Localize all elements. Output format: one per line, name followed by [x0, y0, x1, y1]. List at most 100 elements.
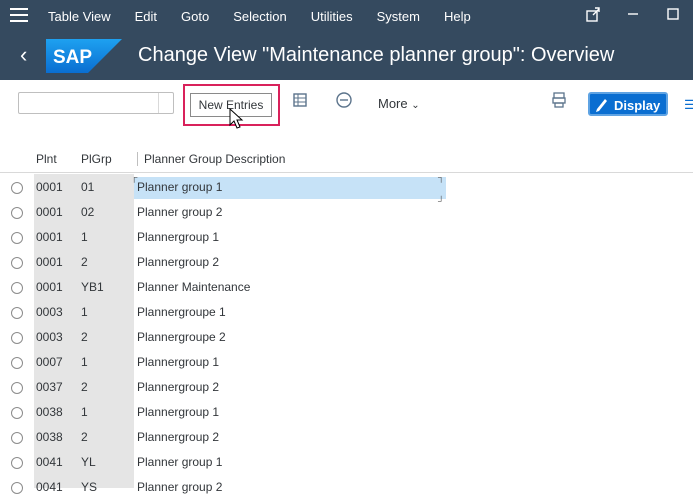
- resize-handle-bottom[interactable]: ┘: [438, 196, 444, 206]
- cell-planner-group: 1: [81, 405, 88, 419]
- cell-description[interactable]: Planner group 2: [137, 480, 222, 494]
- menu-items: Table View Edit Goto Selection Utilities…: [48, 0, 495, 32]
- cell-plant: 0001: [36, 280, 63, 294]
- row-selector[interactable]: [11, 332, 23, 344]
- cell-plant: 0003: [36, 330, 63, 344]
- sap-logo: SAP: [46, 39, 122, 73]
- cell-description[interactable]: Plannergroup 2: [137, 380, 219, 394]
- table-row[interactable]: 0007 1 Plannergroup 1: [0, 351, 693, 376]
- row-selector[interactable]: [11, 282, 23, 294]
- cell-planner-group: 01: [81, 180, 95, 194]
- cell-plant: 0003: [36, 305, 63, 319]
- cell-plant: 0038: [36, 405, 63, 419]
- resize-handle-left[interactable]: ┌: [131, 172, 137, 182]
- column-header-plgrp[interactable]: PlGrp: [81, 152, 112, 166]
- table-row[interactable]: 0001 02 Planner group 2: [0, 201, 693, 226]
- print-icon[interactable]: [548, 91, 570, 115]
- table-row[interactable]: 0041 YS Planner group 2: [0, 476, 693, 501]
- cell-plant: 0038: [36, 430, 63, 444]
- column-header-plnt[interactable]: Plnt: [36, 152, 57, 166]
- table-row[interactable]: 0001 YB1 Planner Maintenance: [0, 276, 693, 301]
- copy-as-icon[interactable]: [290, 91, 312, 115]
- cell-plant: 0037: [36, 380, 63, 394]
- table-row[interactable]: 0038 2 Plannergroup 2: [0, 426, 693, 451]
- table-row[interactable]: 0001 2 Plannergroup 2: [0, 251, 693, 276]
- table-row[interactable]: 0001 01 Planner group 1: [0, 176, 693, 201]
- command-field-dropdown[interactable]: [158, 93, 173, 113]
- menu-help[interactable]: Help: [444, 9, 471, 24]
- cell-plant: 0001: [36, 205, 63, 219]
- sap-logo-text: SAP: [53, 47, 92, 68]
- cell-planner-group: 2: [81, 430, 88, 444]
- hamburger-menu-icon[interactable]: [10, 8, 28, 22]
- cell-description[interactable]: Plannergroupe 1: [137, 305, 226, 319]
- table-row[interactable]: 0038 1 Plannergroup 1: [0, 401, 693, 426]
- cell-plant: 0041: [36, 455, 63, 469]
- row-selector[interactable]: [11, 407, 23, 419]
- cell-plant: 0001: [36, 230, 63, 244]
- cell-description[interactable]: Planner group 1: [137, 180, 222, 194]
- more-menu[interactable]: More ⌄: [378, 96, 420, 111]
- row-selector[interactable]: [11, 232, 23, 244]
- row-selector[interactable]: [11, 357, 23, 369]
- delete-icon[interactable]: [333, 91, 355, 115]
- cell-description[interactable]: Plannergroupe 2: [137, 330, 226, 344]
- cell-description[interactable]: Planner group 2: [137, 205, 222, 219]
- column-header-description[interactable]: Planner Group Description: [137, 152, 285, 166]
- cell-plant: 0001: [36, 180, 63, 194]
- cell-description[interactable]: Planner group 1: [137, 455, 222, 469]
- table-row[interactable]: 0003 2 Plannergroupe 2: [0, 326, 693, 351]
- table-row[interactable]: 0001 1 Plannergroup 1: [0, 226, 693, 251]
- table-row[interactable]: 0037 2 Plannergroup 2: [0, 376, 693, 401]
- chevron-down-icon: ⌄: [411, 100, 420, 111]
- overflow-icon[interactable]: ☰: [684, 97, 693, 113]
- page-title: Change View "Maintenance planner group":…: [138, 44, 615, 66]
- menu-edit[interactable]: Edit: [135, 9, 157, 24]
- title-bar: ‹ SAP Change View "Maintenance planner g…: [0, 32, 693, 80]
- display-button[interactable]: Display: [588, 92, 668, 116]
- row-selector[interactable]: [11, 432, 23, 444]
- cell-planner-group: YL: [81, 455, 96, 469]
- menu-system[interactable]: System: [377, 9, 420, 24]
- export-icon[interactable]: [573, 6, 613, 26]
- row-selector[interactable]: [11, 307, 23, 319]
- menu-utilities[interactable]: Utilities: [311, 9, 353, 24]
- cell-planner-group: 02: [81, 205, 95, 219]
- cell-planner-group: 1: [81, 355, 88, 369]
- command-field[interactable]: [18, 92, 174, 114]
- cell-planner-group: 2: [81, 330, 88, 344]
- resize-handle-top[interactable]: ┐: [438, 172, 444, 182]
- cell-plant: 0001: [36, 255, 63, 269]
- row-selector[interactable]: [11, 457, 23, 469]
- mouse-cursor-icon: [229, 108, 244, 129]
- cell-description[interactable]: Plannergroup 1: [137, 355, 219, 369]
- table-row[interactable]: 0041 YL Planner group 1: [0, 451, 693, 476]
- cell-description[interactable]: Plannergroup 1: [137, 230, 219, 244]
- edit-pencil-icon: [594, 94, 610, 122]
- cell-description[interactable]: Plannergroup 1: [137, 405, 219, 419]
- maximize-icon[interactable]: [653, 7, 693, 25]
- cell-planner-group: YS: [81, 480, 98, 494]
- cell-description[interactable]: Planner Maintenance: [137, 280, 250, 294]
- cell-planner-group: 2: [81, 255, 88, 269]
- menu-selection[interactable]: Selection: [233, 9, 286, 24]
- cell-planner-group: YB1: [81, 280, 104, 294]
- row-selector[interactable]: [11, 482, 23, 494]
- cell-description[interactable]: Plannergroup 2: [137, 255, 219, 269]
- table-header: Plnt PlGrp Planner Group Description: [0, 148, 693, 173]
- more-label: More: [378, 96, 408, 111]
- cell-description[interactable]: Plannergroup 2: [137, 430, 219, 444]
- row-selector[interactable]: [11, 257, 23, 269]
- display-label: Display: [614, 98, 661, 113]
- row-selector[interactable]: [11, 207, 23, 219]
- menu-goto[interactable]: Goto: [181, 9, 209, 24]
- cell-planner-group: 1: [81, 305, 88, 319]
- minimize-icon[interactable]: [613, 7, 653, 25]
- row-selector[interactable]: [11, 382, 23, 394]
- window-controls: [573, 0, 693, 32]
- cell-plant: 0041: [36, 480, 63, 494]
- table-row[interactable]: 0003 1 Plannergroupe 1: [0, 301, 693, 326]
- menu-table-view[interactable]: Table View: [48, 9, 111, 24]
- back-icon[interactable]: ‹: [20, 43, 27, 67]
- row-selector[interactable]: [11, 182, 23, 194]
